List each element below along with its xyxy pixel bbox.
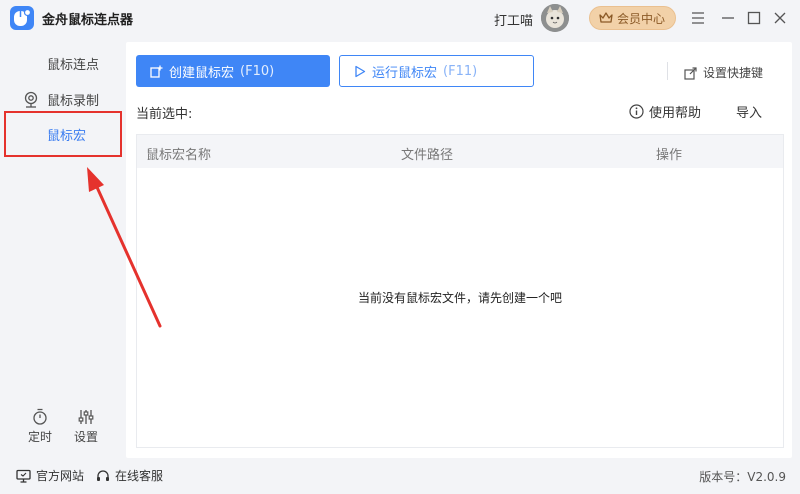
timer-button[interactable]: 定时 bbox=[22, 408, 58, 448]
maximize-icon[interactable] bbox=[744, 8, 764, 28]
settings-label: 设置 bbox=[73, 430, 98, 444]
vip-center-label: 会员中心 bbox=[617, 11, 666, 26]
close-icon[interactable] bbox=[770, 8, 790, 28]
timer-label: 定时 bbox=[27, 430, 52, 444]
run-macro-button[interactable]: 运行鼠标宏 (F11) bbox=[339, 55, 534, 87]
column-header-name: 鼠标宏名称 bbox=[146, 148, 212, 163]
settings-button[interactable]: 设置 bbox=[68, 408, 104, 448]
sidebar-item-mouse-recording[interactable]: 鼠标录制 bbox=[12, 84, 112, 114]
column-header-actions: 操作 bbox=[656, 148, 683, 163]
camera-icon bbox=[23, 91, 41, 108]
app-title: 金舟鼠标连点器 bbox=[42, 13, 134, 28]
crown-icon bbox=[599, 9, 613, 28]
app-logo-icon bbox=[10, 6, 34, 30]
main-panel: 创建鼠标宏 (F10) 运行鼠标宏 (F11) 设置快捷键 当前选中: 使用帮助… bbox=[126, 42, 792, 458]
minimize-icon[interactable] bbox=[718, 8, 738, 28]
official-website-label: 官方网站 bbox=[36, 469, 85, 483]
run-macro-hotkey: (F11) bbox=[443, 63, 478, 79]
column-header-path: 文件路径 bbox=[401, 148, 454, 163]
online-service-label: 在线客服 bbox=[115, 469, 164, 483]
macro-table: 鼠标宏名称 文件路径 操作 当前没有鼠标宏文件，请先创建一个吧 bbox=[136, 134, 784, 448]
create-macro-button[interactable]: 创建鼠标宏 (F10) bbox=[136, 55, 330, 87]
import-button[interactable]: 导入 bbox=[736, 102, 762, 121]
sidebar-item-label: 鼠标连点 bbox=[47, 57, 100, 73]
empty-state-message: 当前没有鼠标宏文件，请先创建一个吧 bbox=[357, 291, 562, 305]
help-label: 使用帮助 bbox=[649, 106, 702, 121]
sliders-icon bbox=[68, 408, 104, 426]
info-icon bbox=[629, 104, 644, 119]
create-macro-label: 创建鼠标宏 bbox=[169, 65, 235, 81]
annotation-highlight-box bbox=[4, 111, 122, 157]
title-bar: 金舟鼠标连点器 打工喵 会员中心 bbox=[0, 0, 800, 36]
create-macro-hotkey: (F10) bbox=[240, 63, 275, 79]
vip-center-button[interactable]: 会员中心 bbox=[589, 6, 676, 30]
footer: 官方网站 在线客服 版本号：V2.0.9 bbox=[0, 460, 800, 494]
version-label: 版本号：V2.0.9 bbox=[699, 470, 786, 484]
sidebar-item-label: 鼠标录制 bbox=[47, 93, 100, 109]
new-file-icon bbox=[150, 65, 163, 78]
play-icon bbox=[354, 65, 366, 78]
sidebar-item-mouse-clicker[interactable]: 鼠标连点 bbox=[12, 48, 112, 78]
online-service-link[interactable]: 在线客服 bbox=[96, 467, 163, 484]
sidebar: 鼠标连点 鼠标录制 鼠标宏 定时 设置 bbox=[0, 36, 126, 460]
headset-icon bbox=[96, 469, 110, 483]
divider bbox=[667, 62, 668, 80]
timer-icon bbox=[22, 408, 58, 426]
help-button[interactable]: 使用帮助 bbox=[629, 102, 701, 121]
table-header: 鼠标宏名称 文件路径 操作 bbox=[137, 135, 783, 168]
shortcut-icon bbox=[684, 66, 698, 80]
official-website-link[interactable]: 官方网站 bbox=[16, 467, 84, 484]
set-shortcut-button[interactable]: 设置快捷键 bbox=[684, 64, 763, 81]
avatar[interactable] bbox=[541, 4, 569, 32]
current-selection-label: 当前选中: bbox=[136, 107, 193, 122]
username[interactable]: 打工喵 bbox=[494, 10, 533, 29]
set-shortcut-label: 设置快捷键 bbox=[703, 66, 764, 80]
run-macro-label: 运行鼠标宏 bbox=[372, 65, 438, 81]
app-window: 金舟鼠标连点器 打工喵 会员中心 鼠标连点 鼠标录制 鼠标宏 定时 设置 创建鼠… bbox=[0, 0, 800, 494]
monitor-icon bbox=[16, 469, 31, 483]
menu-icon[interactable] bbox=[688, 8, 708, 28]
